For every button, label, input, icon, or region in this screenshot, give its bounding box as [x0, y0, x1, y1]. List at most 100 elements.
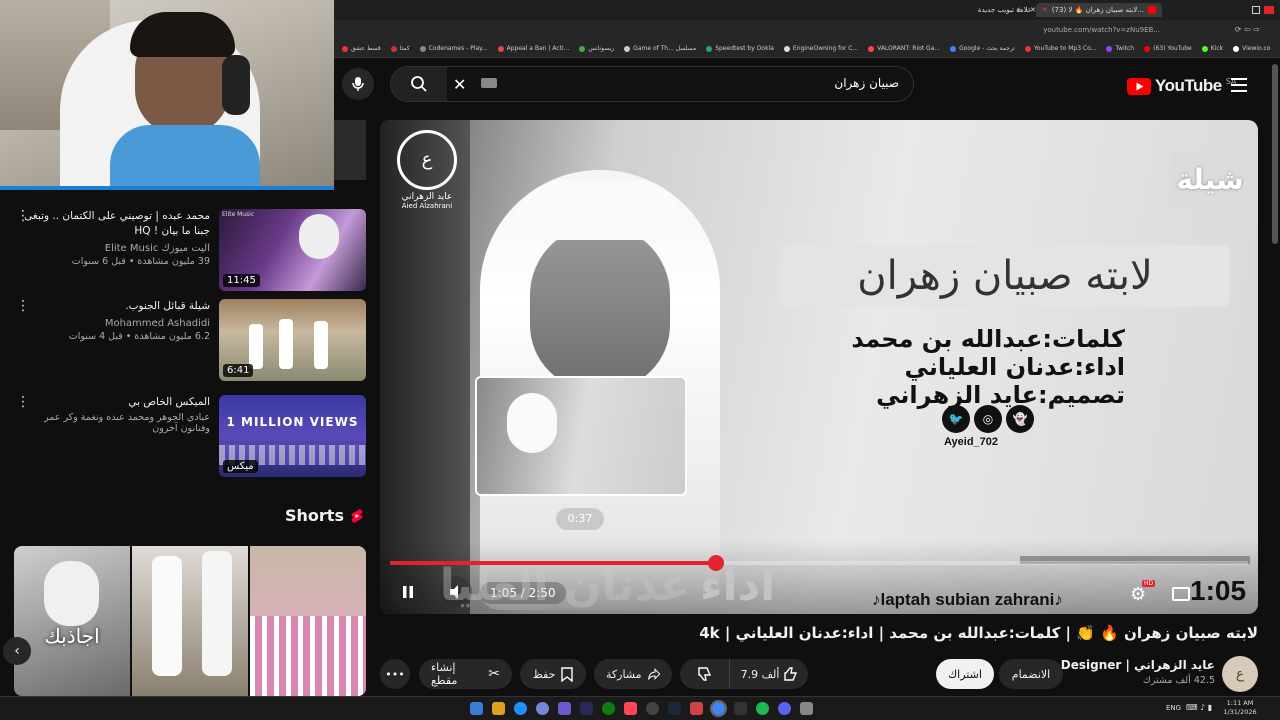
window-close-icon[interactable] — [1264, 6, 1274, 14]
youtube-logo[interactable]: YouTube SA — [1127, 76, 1236, 96]
maximize-icon[interactable] — [1252, 6, 1260, 14]
edge-icon[interactable] — [514, 702, 527, 715]
tab-close-other[interactable]: ✕ — [1024, 3, 1042, 17]
video-title[interactable]: الميكس الخاص بي — [15, 395, 210, 410]
join-button[interactable]: الانضمام — [999, 659, 1063, 689]
recommendation-item[interactable]: 1 MILLION VIEWS ميكس الميكس الخاص بي عبا… — [0, 395, 370, 479]
thumbs-up-icon — [784, 667, 798, 681]
voice-search-button[interactable] — [342, 68, 374, 100]
file-explorer-icon[interactable] — [492, 702, 505, 715]
clock[interactable]: 1:11 AM 1/31/2026 — [1220, 699, 1260, 717]
share-button[interactable]: مشاركة — [594, 659, 672, 689]
shorts-heading: Shorts — [285, 506, 364, 525]
bookmark-item[interactable]: YouTube to Mp3 Co... — [1024, 45, 1096, 52]
more-options-icon[interactable]: ⋮ — [16, 395, 30, 409]
share-icon — [647, 668, 660, 681]
bookmark-item[interactable]: (63) YouTube — [1144, 45, 1192, 52]
keyboard-icon[interactable] — [481, 78, 497, 88]
pause-button[interactable] — [392, 576, 424, 608]
channel-name[interactable]: اليت ميوزك Elite Music — [15, 243, 210, 254]
app-icon[interactable] — [580, 702, 593, 715]
credits-block: كلمات:عبدالله بن محمد اداء:عدنان العليان… — [820, 325, 1125, 409]
bookmark-item[interactable]: Viewio.co — [1233, 45, 1270, 52]
channel-name[interactable]: Mohammed Ashadidi — [15, 318, 210, 329]
app-icon[interactable] — [800, 702, 813, 715]
bookmark-item[interactable]: Kick — [1201, 45, 1223, 52]
clip-button[interactable]: إنشاء مقطع ✂ — [419, 659, 512, 689]
recommendation-item[interactable]: Elite Music 11:45 محمد عبده | توصيني على… — [0, 209, 370, 293]
short-crowd — [250, 616, 366, 696]
share-label: مشاركة — [606, 667, 642, 681]
app-icon[interactable] — [778, 702, 791, 715]
page-scrollbar[interactable] — [1272, 64, 1278, 244]
save-label: حفظ — [532, 667, 556, 681]
recommendations-sidebar: Elite Music 11:45 محمد عبده | توصيني على… — [0, 120, 380, 696]
discord-icon[interactable] — [536, 702, 549, 715]
bookmark-icon — [561, 666, 574, 682]
theater-mode-icon[interactable] — [1172, 587, 1190, 601]
join-label: الانضمام — [1011, 667, 1051, 681]
xbox-icon[interactable] — [602, 702, 615, 715]
video-thumbnail[interactable]: Elite Music 11:45 — [219, 209, 366, 291]
spotify-icon[interactable] — [756, 702, 769, 715]
bookmark-item[interactable]: قسط عشق — [342, 45, 381, 52]
bookmark-item[interactable]: Twitch — [1106, 45, 1134, 52]
tab-active[interactable]: ✕ (73) لابته صبيان زهران 🔥 لا... — [1035, 3, 1162, 17]
bookmark-item[interactable]: ريسونانس — [579, 45, 614, 52]
mix-thumbnail[interactable]: 1 MILLION VIEWS ميكس — [219, 395, 366, 477]
video-title[interactable]: محمد عبده | توصيني على الكتمان .. وتبغى … — [15, 209, 210, 239]
preview-time: 0:37 — [556, 508, 604, 530]
channel-avatar[interactable]: ع — [1222, 656, 1258, 692]
app-icon[interactable] — [734, 702, 747, 715]
tab-close-icon[interactable]: ✕ — [1042, 6, 1048, 14]
plus-icon: + — [1016, 6, 1022, 14]
dislike-button[interactable] — [680, 659, 730, 689]
tray-icons[interactable]: ⌨ ♪ ▮ — [1186, 703, 1212, 712]
recommendation-item[interactable]: 6:41 شيلة قبائل الجنوب. Mohammed Ashadid… — [0, 299, 370, 383]
video-title[interactable]: شيلة قبائل الجنوب. — [15, 299, 210, 314]
video-thumbnail[interactable]: 6:41 — [219, 299, 366, 381]
app-icon[interactable] — [690, 702, 703, 715]
short-thumbnail[interactable] — [132, 546, 248, 696]
preview-figure — [507, 393, 557, 453]
chrome-icon[interactable] — [710, 700, 727, 717]
bookmark-item[interactable]: Google - ترجمة بحث — [950, 45, 1015, 52]
search-input[interactable]: صبيان زهران — [834, 76, 899, 90]
browser-tabbar: ✕ (73) لابته صبيان زهران 🔥 لا... علامة ت… — [334, 0, 1280, 20]
video-player[interactable]: ع عايد الزهراني Aied Alzahrani شيلة لابت… — [380, 120, 1258, 614]
bookmark-item[interactable]: Appeal a Ban | Acti... — [497, 45, 569, 52]
valorant-icon[interactable] — [624, 702, 637, 715]
mix-artists[interactable]: عبادي الجوهر ومحمد عبده ونغمة وكر عمر وف… — [15, 412, 210, 434]
app-icon[interactable] — [646, 702, 659, 715]
bookmark-item[interactable]: EngineOwning for C... — [783, 45, 858, 52]
bookmark-item[interactable]: Codenames - Play... — [419, 45, 488, 52]
language-indicator[interactable]: ENG — [1166, 704, 1181, 712]
short-thumbnail[interactable]: اجاذبك — [14, 546, 130, 696]
browser-nav-icons[interactable]: ⟳ ⇦ ⇨ — [1235, 25, 1260, 34]
save-button[interactable]: حفظ — [520, 659, 586, 689]
steam-icon[interactable] — [668, 702, 681, 715]
shorts-prev-button[interactable]: ‹ — [3, 637, 31, 665]
sidebar-peek-thumb — [334, 120, 366, 180]
bookmark-item[interactable]: Game of Th... مسلسل — [624, 45, 696, 52]
settings-button[interactable]: ⚙ HD — [1130, 580, 1156, 606]
search-box[interactable]: ✕ صبيان زهران — [390, 66, 914, 102]
search-icon — [411, 76, 427, 92]
channel-name[interactable]: عايد الزهراني | Designer — [1050, 658, 1215, 672]
more-options-icon[interactable]: ⋮ — [16, 299, 30, 313]
short-thumbnail[interactable] — [250, 546, 366, 696]
search-button[interactable] — [391, 67, 447, 101]
hamburger-menu-icon[interactable] — [1231, 78, 1247, 92]
bookmark-item[interactable]: Speedtest by Ookla — [706, 45, 774, 52]
address-bar[interactable]: youtube.com/watch?v=zNu9EB... ⟳ ⇦ ⇨ — [334, 20, 1280, 40]
more-actions-button[interactable]: ••• — [380, 659, 410, 689]
like-button[interactable]: 7.9 ألف — [732, 659, 808, 689]
app-icon[interactable] — [558, 702, 571, 715]
subscribe-button[interactable]: اشتراك — [936, 659, 994, 689]
bookmark-item[interactable]: كمثا — [390, 45, 410, 52]
more-options-icon[interactable]: ⋮ — [16, 209, 30, 223]
clear-search-icon[interactable]: ✕ — [453, 75, 466, 94]
microphone-icon — [352, 77, 364, 91]
bookmark-item[interactable]: VALORANT: Riot Ga... — [868, 45, 940, 52]
start-button-icon[interactable] — [470, 702, 483, 715]
